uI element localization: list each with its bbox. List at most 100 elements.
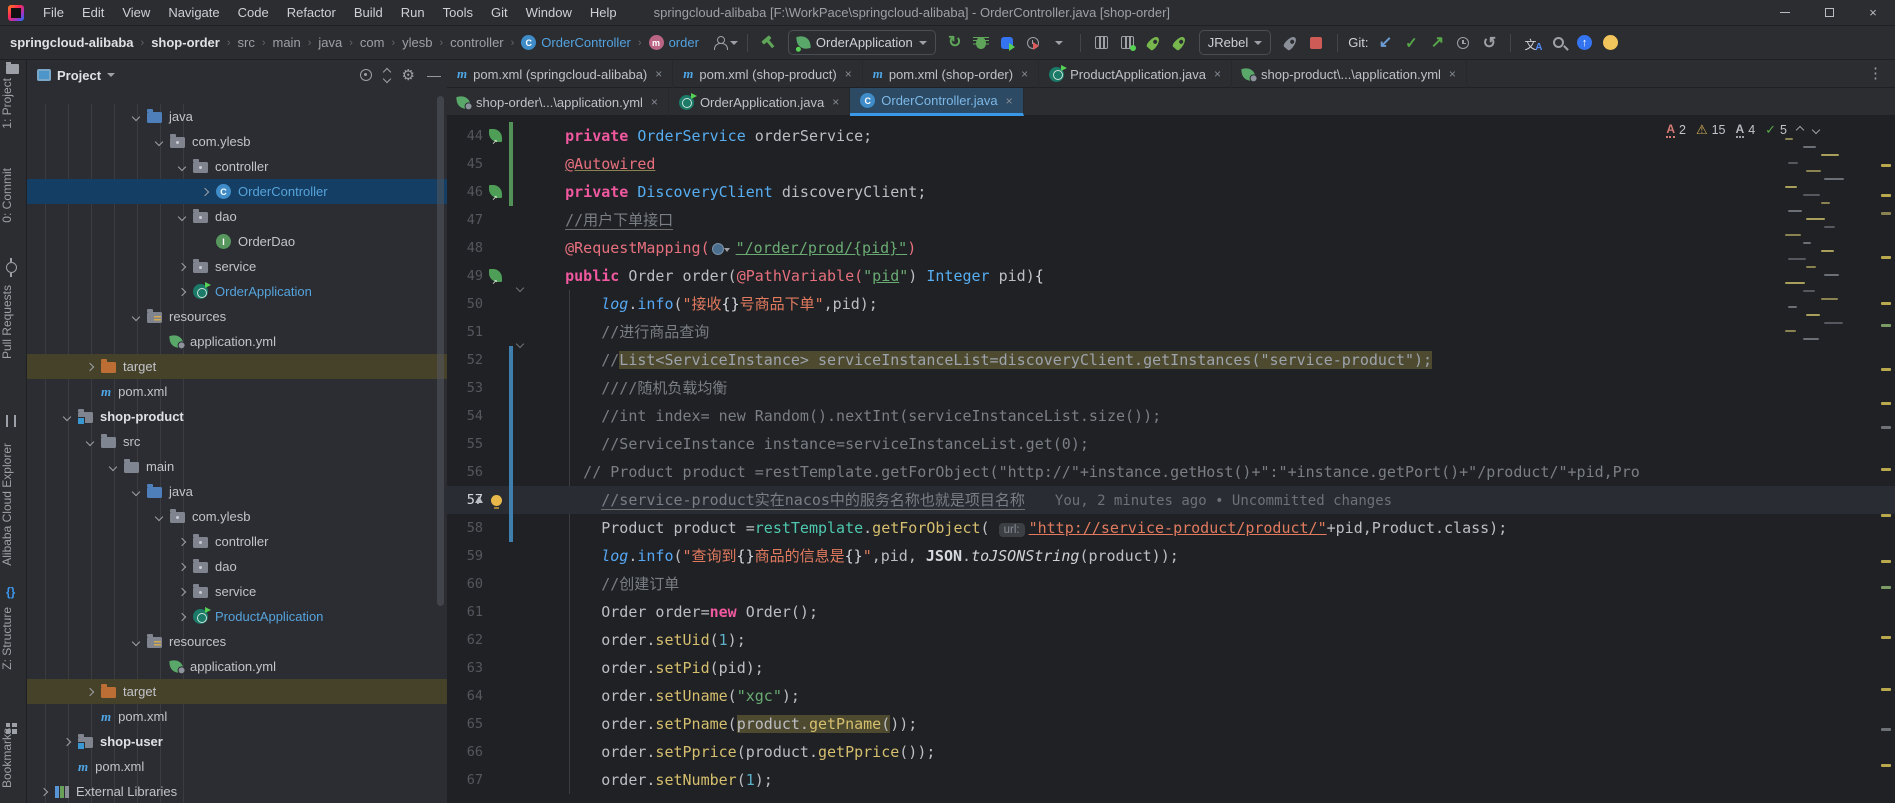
tree-item-resources[interactable]: resources — [27, 304, 447, 329]
code-with-me-button[interactable]: ↑ — [1571, 31, 1597, 55]
tree-item-service[interactable]: service — [27, 579, 447, 604]
chevron-right-icon[interactable] — [40, 787, 48, 795]
line-number[interactable]: 54 — [447, 402, 483, 430]
tree-item-java[interactable]: java — [27, 104, 447, 129]
breadcrumb-item[interactable]: controller — [450, 35, 503, 50]
line-number[interactable]: 62 — [447, 626, 483, 654]
breadcrumb-item[interactable]: springcloud-alibaba — [10, 35, 134, 50]
chevron-right-icon[interactable] — [178, 287, 186, 295]
chevron-down-icon[interactable] — [132, 637, 140, 645]
build-button[interactable] — [756, 31, 782, 55]
tree-item-productapplication[interactable]: ProductApplication — [27, 604, 447, 629]
tree-item-orderapplication[interactable]: OrderApplication — [27, 279, 447, 304]
locate-file-icon[interactable] — [360, 69, 372, 81]
line-number[interactable]: 45 — [447, 150, 483, 178]
jrebel-run-button[interactable] — [1141, 31, 1167, 55]
spring-bean-gutter-icon[interactable] — [489, 185, 502, 198]
tree-item-main[interactable]: main — [27, 454, 447, 479]
close-icon[interactable]: × — [845, 67, 852, 81]
tab-pom-xml--shop-order-[interactable]: mpom.xml (shop-order)× — [863, 60, 1039, 88]
chevron-right-icon[interactable] — [178, 587, 186, 595]
close-icon[interactable]: × — [1021, 67, 1028, 81]
breadcrumb-item[interactable]: main — [273, 35, 301, 50]
git-push-button[interactable]: ↗ — [1424, 31, 1450, 55]
git-rollback-button[interactable]: ↺ — [1476, 31, 1502, 55]
intention-bulb-icon[interactable] — [491, 493, 502, 504]
code-editor[interactable]: A2 ⚠15 A4 ✓5 44private OrderService orde… — [447, 116, 1895, 803]
menu-view[interactable]: View — [113, 0, 159, 26]
breadcrumb-item[interactable]: COrderController — [521, 35, 631, 50]
chevron-down-icon[interactable] — [63, 412, 71, 420]
line-number[interactable]: 53 — [447, 374, 483, 402]
vcs-change-bar[interactable] — [509, 402, 513, 430]
tree-item-external-libraries[interactable]: External Libraries — [27, 779, 447, 803]
sidebar-item-commit[interactable]: 0: Commit — [0, 168, 27, 223]
vcs-change-bar[interactable] — [509, 486, 513, 514]
menu-file[interactable]: File — [34, 0, 73, 26]
vcs-change-bar[interactable] — [509, 178, 513, 206]
tree-item-resources[interactable]: resources — [27, 629, 447, 654]
line-number[interactable]: 46 — [447, 178, 483, 206]
breadcrumb-item[interactable]: ylesb — [402, 35, 432, 50]
commit-icon[interactable] — [6, 262, 17, 273]
chevron-right-icon[interactable] — [178, 562, 186, 570]
sidebar-item-pullrequests[interactable]: Pull Requests — [0, 285, 27, 359]
menu-help[interactable]: Help — [581, 0, 626, 26]
tree-item-target[interactable]: target — [27, 354, 447, 379]
tree-item-shop-user[interactable]: shop-user — [27, 729, 447, 754]
alibaba-cloud-icon[interactable]: {} — [6, 585, 15, 599]
line-number[interactable]: 65 — [447, 710, 483, 738]
line-number[interactable]: 60 — [447, 570, 483, 598]
breadcrumb-item[interactable]: morder — [649, 35, 699, 50]
chevron-right-icon[interactable] — [178, 262, 186, 270]
line-number[interactable]: 67 — [447, 766, 483, 794]
chevron-down-icon[interactable] — [155, 137, 163, 145]
sidebar-item-bookmarks[interactable]: Bookmarks — [0, 728, 27, 788]
gear-icon[interactable]: ⚙ — [402, 68, 415, 83]
vcs-change-bar[interactable] — [509, 514, 513, 542]
menu-code[interactable]: Code — [229, 0, 278, 26]
sidebar-item-zstructure[interactable]: Z: Structure — [0, 607, 27, 670]
globe-icon[interactable] — [712, 243, 724, 255]
tree-item-pom-xml[interactable]: mpom.xml — [27, 379, 447, 404]
git-history-button[interactable] — [1450, 31, 1476, 55]
chevron-right-icon[interactable] — [86, 687, 94, 695]
close-icon[interactable]: × — [1214, 67, 1221, 81]
spring-bean-gutter-icon[interactable] — [489, 129, 502, 142]
tree-item-controller[interactable]: controller — [27, 154, 447, 179]
line-number[interactable]: 47 — [447, 206, 483, 234]
close-icon[interactable]: × — [1449, 67, 1456, 81]
profiler-button[interactable] — [1020, 31, 1046, 55]
tree-item-src[interactable]: src — [27, 429, 447, 454]
menu-git[interactable]: Git — [482, 0, 517, 26]
vcs-change-bar[interactable] — [509, 374, 513, 402]
chevron-right-icon[interactable] — [178, 612, 186, 620]
run-configuration-select[interactable]: OrderApplication — [788, 30, 936, 55]
close-icon[interactable]: × — [655, 67, 662, 81]
more-run-options-button[interactable] — [1046, 31, 1072, 55]
project-scrollbar[interactable] — [437, 96, 444, 606]
line-number[interactable]: 55 — [447, 430, 483, 458]
close-icon[interactable]: × — [1006, 94, 1013, 108]
tree-item-dao[interactable]: dao — [27, 204, 447, 229]
menu-window[interactable]: Window — [517, 0, 581, 26]
search-everywhere-button[interactable] — [1545, 31, 1571, 55]
user-account-button[interactable] — [713, 31, 739, 55]
line-number[interactable]: 56 — [447, 458, 483, 486]
chevron-down-icon[interactable] — [178, 162, 186, 170]
menu-build[interactable]: Build — [345, 0, 392, 26]
tab-pom-xml--shop-product-[interactable]: mpom.xml (shop-product)× — [673, 60, 862, 88]
chevron-right-icon[interactable] — [86, 362, 94, 370]
tree-item-application-yml[interactable]: application.yml — [27, 654, 447, 679]
spring-bean-gutter-icon[interactable] — [489, 269, 502, 282]
chevron-down-icon[interactable] — [86, 437, 94, 445]
line-number[interactable]: 66 — [447, 738, 483, 766]
minimize-button[interactable] — [1763, 0, 1807, 25]
chevron-down-icon[interactable] — [132, 112, 140, 120]
line-number[interactable]: 50 — [447, 290, 483, 318]
line-number[interactable]: 52 — [447, 346, 483, 374]
menu-navigate[interactable]: Navigate — [159, 0, 228, 26]
jrebel-debug-button[interactable] — [1167, 31, 1193, 55]
tab-productapplication-java[interactable]: ProductApplication.java× — [1039, 60, 1232, 88]
run-with-coverage-button[interactable] — [994, 31, 1020, 55]
